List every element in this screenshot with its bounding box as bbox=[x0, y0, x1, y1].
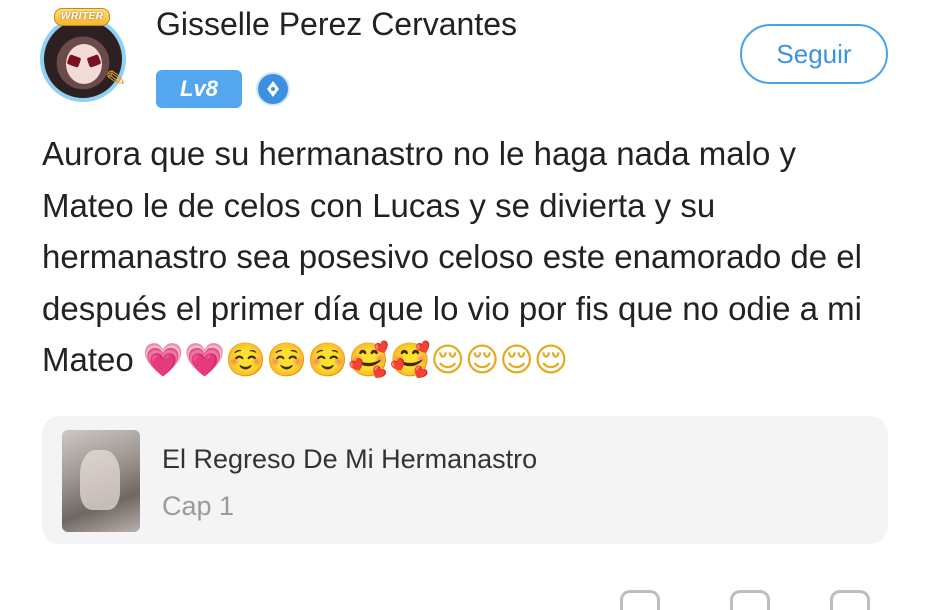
emoji: 😌 bbox=[430, 340, 465, 379]
emoji: 💗 bbox=[183, 340, 226, 379]
emoji: ☺️ bbox=[266, 340, 308, 379]
follow-button[interactable]: Seguir bbox=[740, 24, 888, 84]
quill-icon: ✎ bbox=[103, 64, 129, 95]
story-chapter: Cap 1 bbox=[162, 491, 235, 521]
emoji: 🥰 bbox=[389, 340, 431, 379]
comment-emojis: 💗💗☺️☺️☺️🥰🥰😌😌😌😌 bbox=[142, 340, 569, 379]
emoji: 😌 bbox=[464, 340, 500, 379]
level-badge: Lv8 bbox=[156, 70, 242, 108]
emoji: ☺️ bbox=[307, 340, 349, 379]
emoji: 💗 bbox=[142, 340, 184, 379]
writer-badge: WRITER bbox=[54, 8, 111, 26]
story-title: El Regreso De Mi Hermanastro bbox=[162, 444, 538, 474]
emoji: 🥰 bbox=[348, 340, 390, 379]
pen-nib-icon bbox=[256, 72, 290, 106]
emoji: 😌 bbox=[499, 340, 534, 379]
share-icon[interactable] bbox=[830, 590, 870, 610]
comment-icon[interactable] bbox=[730, 590, 770, 610]
cover-figure bbox=[80, 450, 120, 510]
action-bar-partial bbox=[620, 580, 900, 610]
author-avatar-frame[interactable]: WRITER ✎ bbox=[34, 8, 134, 108]
like-icon[interactable] bbox=[620, 590, 660, 610]
emoji: 😌 bbox=[533, 340, 569, 379]
author-name[interactable]: Gisselle Perez Cervantes bbox=[156, 6, 517, 43]
emoji: ☺️ bbox=[225, 340, 267, 379]
story-link-card[interactable]: El Regreso De Mi Hermanastro Cap 1 bbox=[42, 416, 888, 544]
comment-body: Aurora que su hermanastro no le haga nad… bbox=[42, 128, 882, 386]
story-cover-image bbox=[62, 430, 140, 532]
